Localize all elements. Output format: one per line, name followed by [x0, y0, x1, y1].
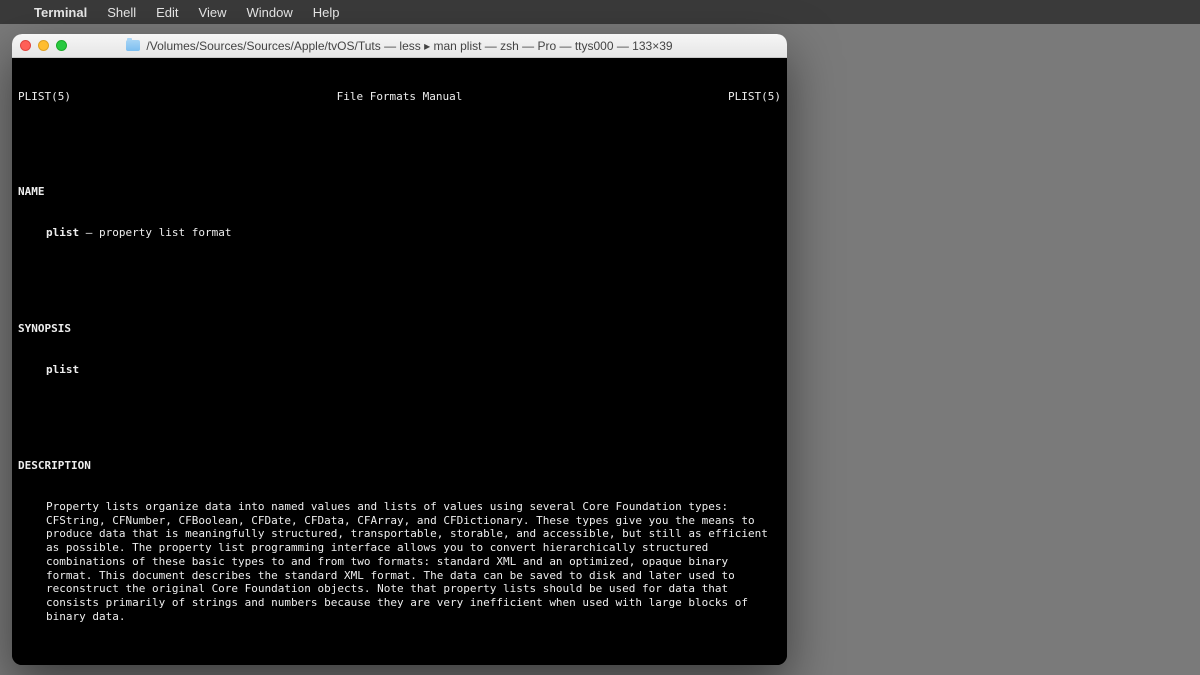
section-description-heading: DESCRIPTION — [18, 459, 781, 473]
folder-icon — [126, 40, 140, 51]
window-title-wrap: /Volumes/Sources/Sources/Apple/tvOS/Tuts… — [12, 39, 787, 53]
section-synopsis-heading: SYNOPSIS — [18, 322, 781, 336]
section-name-body: plist – property list format — [18, 226, 781, 240]
name-dash: – — [79, 226, 99, 239]
macos-menubar: Terminal Shell Edit View Window Help — [0, 0, 1200, 24]
close-icon[interactable] — [20, 40, 31, 51]
menubar-item-window[interactable]: Window — [247, 5, 293, 20]
section-synopsis-body: plist — [18, 363, 781, 377]
name-desc: property list format — [99, 226, 231, 239]
description-p1: Property lists organize data into named … — [18, 500, 781, 624]
menubar-item-edit[interactable]: Edit — [156, 5, 178, 20]
window-title: /Volumes/Sources/Sources/Apple/tvOS/Tuts… — [146, 39, 672, 53]
menubar-item-shell[interactable]: Shell — [107, 5, 136, 20]
man-header: PLIST(5) File Formats Manual PLIST(5) — [18, 90, 781, 104]
section-name-heading: NAME — [18, 185, 781, 199]
traffic-lights — [20, 40, 67, 51]
terminal-window: /Volumes/Sources/Sources/Apple/tvOS/Tuts… — [12, 34, 787, 665]
terminal-content[interactable]: PLIST(5) File Formats Manual PLIST(5) NA… — [12, 58, 787, 665]
menubar-item-help[interactable]: Help — [313, 5, 340, 20]
name-cmd: plist — [46, 226, 79, 239]
zoom-icon[interactable] — [56, 40, 67, 51]
window-titlebar[interactable]: /Volumes/Sources/Sources/Apple/tvOS/Tuts… — [12, 34, 787, 58]
man-header-right: PLIST(5) — [728, 90, 781, 104]
minimize-icon[interactable] — [38, 40, 49, 51]
man-header-left: PLIST(5) — [18, 90, 71, 104]
menubar-item-view[interactable]: View — [199, 5, 227, 20]
man-header-center: File Formats Manual — [337, 90, 463, 104]
menubar-app-name[interactable]: Terminal — [34, 5, 87, 20]
